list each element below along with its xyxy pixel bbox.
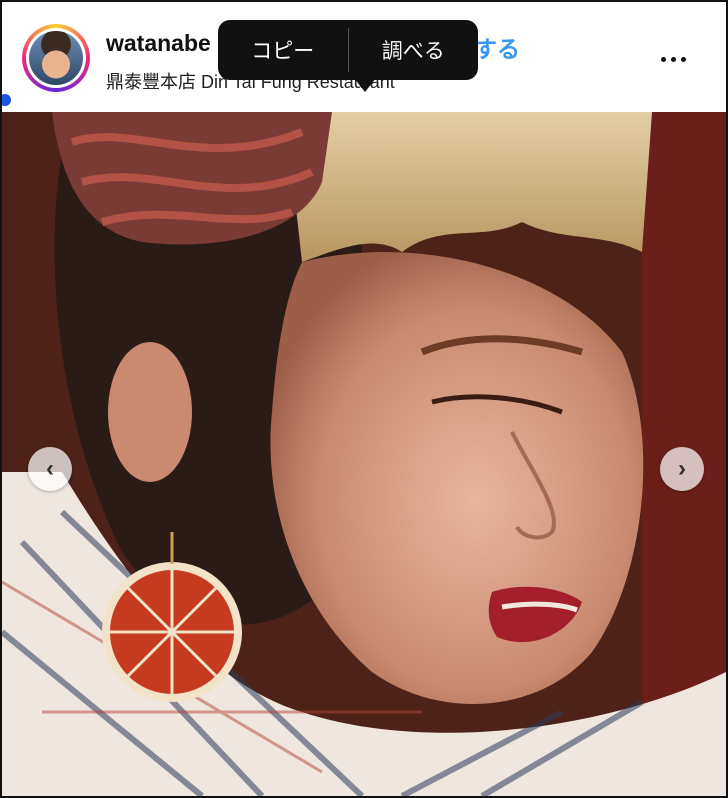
- photo-illustration: [2, 112, 726, 796]
- avatar-image-frame: [26, 28, 86, 88]
- context-menu-pointer: [354, 78, 376, 92]
- post-photo[interactable]: ‹ ›: [2, 112, 726, 796]
- chevron-right-icon: ›: [678, 455, 686, 482]
- carousel-next-button[interactable]: ›: [660, 447, 704, 491]
- chevron-left-icon: ‹: [46, 455, 54, 482]
- instagram-post: watanabe する 鼎泰豐本店 Din Tai Fung Restauran…: [0, 0, 728, 798]
- username[interactable]: watanabe: [106, 30, 211, 57]
- selection-handle[interactable]: [2, 94, 11, 106]
- lookup-menu-item[interactable]: 調べる: [349, 20, 479, 80]
- copy-menu-item[interactable]: コピー: [218, 20, 348, 80]
- avatar[interactable]: [22, 24, 90, 92]
- more-options-icon[interactable]: [656, 44, 690, 74]
- carousel-prev-button[interactable]: ‹: [28, 447, 72, 491]
- follow-button[interactable]: する: [474, 30, 520, 64]
- avatar-image: [29, 31, 83, 85]
- text-context-menu: コピー 調べる: [218, 20, 478, 80]
